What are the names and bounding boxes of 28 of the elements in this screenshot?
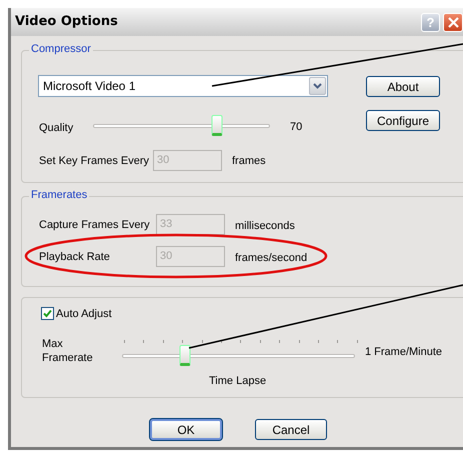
slider-thumb[interactable] bbox=[179, 345, 190, 366]
unit-label: milliseconds bbox=[235, 219, 295, 234]
field-label: Set Key Frames Every bbox=[39, 154, 150, 169]
dropdown-value: Microsoft Video 1 bbox=[43, 78, 136, 95]
window-title: Video Options bbox=[15, 13, 118, 32]
group-label: Framerates bbox=[29, 190, 90, 201]
codec-dropdown[interactable]: Microsoft Video 1 bbox=[38, 75, 328, 97]
slider[interactable] bbox=[122, 345, 355, 366]
dialog-button[interactable]: About bbox=[366, 76, 440, 97]
unit-label: frames/second bbox=[235, 251, 308, 266]
slider-caption: Time Lapse bbox=[209, 374, 266, 389]
slider-label: Quality bbox=[39, 121, 74, 136]
checkbox-label: Auto Adjust bbox=[56, 307, 112, 322]
field-label: Capture Frames Every bbox=[39, 218, 150, 233]
checkbox[interactable] bbox=[41, 307, 54, 320]
slider-label: Max Framerate bbox=[42, 337, 94, 365]
slider[interactable] bbox=[93, 115, 270, 136]
field-label: Playback Rate bbox=[39, 250, 110, 265]
group-label: Compressor bbox=[29, 44, 93, 55]
slider-value: 70 bbox=[290, 120, 302, 135]
close-button[interactable] bbox=[443, 12, 463, 32]
slider-end-label: 1 Frame/Minute bbox=[365, 345, 442, 360]
dialog-button[interactable]: Cancel bbox=[255, 419, 327, 440]
slider-thumb[interactable] bbox=[211, 115, 222, 136]
dialog-button[interactable]: Configure bbox=[366, 110, 440, 131]
unit-label: frames bbox=[232, 154, 266, 169]
dialog-button[interactable]: OK bbox=[150, 419, 222, 440]
close-icon bbox=[448, 16, 458, 28]
